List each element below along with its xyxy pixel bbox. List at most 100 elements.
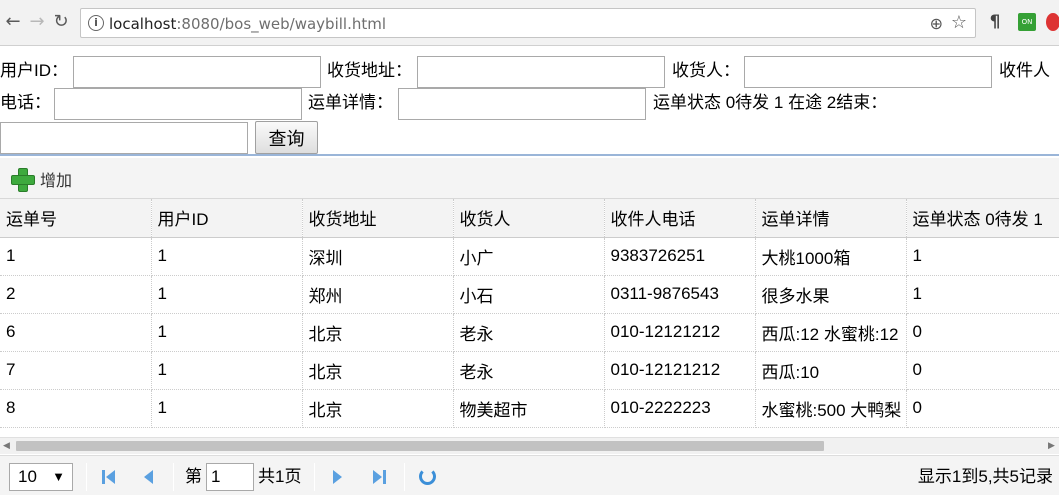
bookmark-star-icon[interactable]: ☆	[951, 12, 967, 33]
query-button[interactable]: 查询	[255, 121, 318, 154]
cell-detail: 西瓜:10	[755, 351, 907, 390]
phone-label-part1: 收件人	[999, 61, 1050, 80]
cell-detail: 大桃1000箱	[755, 237, 907, 276]
next-page-icon[interactable]	[328, 468, 346, 486]
pager-separator	[314, 463, 315, 491]
back-icon[interactable]: ←	[2, 10, 24, 34]
zoom-icon[interactable]: ⊕	[930, 14, 943, 33]
cell-receiver: 物美超市	[453, 389, 605, 428]
table-row[interactable]: 6 1 北京 老永 010-12121212 西瓜:12 水蜜桃:12 0	[0, 313, 1059, 352]
column-header-waybill-id[interactable]: 运单号	[0, 199, 152, 238]
user-id-label: 用户ID：	[0, 61, 68, 80]
column-header-status[interactable]: 运单状态 0待发 1	[906, 199, 1059, 238]
cell-status: 1	[906, 275, 1059, 314]
refresh-icon[interactable]	[419, 468, 436, 485]
cell-detail: 很多水果	[755, 275, 907, 314]
cell-phone: 010-12121212	[604, 351, 756, 390]
table-row[interactable]: 7 1 北京 老永 010-12121212 西瓜:10 0	[0, 351, 1059, 390]
cell-receiver: 小广	[453, 237, 605, 276]
red-extension-icon[interactable]	[1046, 13, 1059, 31]
address-input[interactable]	[417, 56, 665, 88]
address-bar[interactable]: i localhost:8080/bos_web/waybill.html ⊕ …	[80, 8, 976, 38]
column-header-detail[interactable]: 运单详情	[755, 199, 907, 238]
phone-input[interactable]	[54, 88, 302, 120]
cell-receiver: 老永	[453, 313, 605, 352]
column-header-user-id[interactable]: 用户ID	[151, 199, 303, 238]
cell-receiver: 老永	[453, 351, 605, 390]
green-extension-icon[interactable]: ON	[1018, 13, 1036, 31]
cell-address: 郑州	[302, 275, 454, 314]
phone-label-part2: 电话：	[0, 93, 51, 112]
waybill-grid: 运单号 用户ID 收货地址 收货人 收件人电话 运单详情 运单状态 0待发 1 …	[0, 199, 1059, 437]
address-label: 收货地址：	[327, 61, 412, 80]
cell-phone: 010-2222223	[604, 389, 756, 428]
table-row[interactable]: 8 1 北京 物美超市 010-2222223 水蜜桃:500 大鸭梨 0	[0, 389, 1059, 428]
cell-receiver: 小石	[453, 275, 605, 314]
search-form: 用户ID： 收货地址： 收货人： 收件人 电话： 运单详情： 运单状态 0待发 …	[0, 46, 1059, 156]
cell-user-id: 1	[151, 351, 303, 390]
forward-icon[interactable]: →	[26, 10, 48, 34]
detail-input[interactable]	[398, 88, 646, 120]
cell-waybill-id: 6	[0, 313, 152, 352]
cell-address: 北京	[302, 351, 454, 390]
add-button-label: 增加	[40, 173, 73, 190]
reload-icon[interactable]: ↻	[50, 10, 72, 34]
paragraph-extension-icon[interactable]: ¶	[986, 13, 1004, 31]
column-header-address[interactable]: 收货地址	[302, 199, 454, 238]
receiver-label: 收货人：	[672, 61, 740, 80]
page-size-value: 10	[18, 467, 37, 486]
url-path: :8080/bos_web/waybill.html	[176, 15, 387, 33]
pager-separator	[173, 463, 174, 491]
scrollbar-thumb[interactable]	[16, 441, 824, 451]
header-row: 运单号 用户ID 收货地址 收货人 收件人电话 运单详情 运单状态 0待发 1	[0, 199, 1059, 238]
status-label: 运单状态 0待发 1 在途 2结束：	[653, 93, 888, 112]
cell-user-id: 1	[151, 275, 303, 314]
cell-status: 0	[906, 389, 1059, 428]
cell-status: 0	[906, 351, 1059, 390]
dropdown-caret-icon: ▼	[52, 469, 65, 484]
page-prefix-label: 第	[185, 467, 202, 486]
first-page-icon[interactable]	[100, 468, 118, 486]
cell-waybill-id: 8	[0, 389, 152, 428]
table-row[interactable]: 2 1 郑州 小石 0311-9876543 很多水果 1	[0, 275, 1059, 314]
cell-status: 0	[906, 313, 1059, 352]
pagination-bar: 10 ▼ 第 共1页 显示1到5,共5记录	[0, 455, 1059, 495]
user-id-input[interactable]	[73, 56, 321, 88]
grid-toolbar: 增加	[0, 158, 1059, 199]
cell-detail: 水蜜桃:500 大鸭梨	[755, 389, 907, 428]
add-plus-icon	[10, 167, 35, 192]
url-host: localhost	[109, 15, 177, 33]
add-button[interactable]: 增加	[10, 166, 72, 192]
cell-address: 北京	[302, 313, 454, 352]
previous-page-icon[interactable]	[140, 468, 158, 486]
cell-phone: 9383726251	[604, 237, 756, 276]
cell-detail: 西瓜:12 水蜜桃:12	[755, 313, 907, 352]
page-total-label: 共1页	[258, 467, 302, 486]
pager-separator	[404, 463, 405, 491]
horizontal-scrollbar[interactable]: ◀ ▶	[0, 437, 1059, 454]
cell-address: 深圳	[302, 237, 454, 276]
detail-label: 运单详情：	[308, 93, 393, 112]
scroll-right-icon[interactable]: ▶	[1048, 441, 1058, 451]
cell-user-id: 1	[151, 389, 303, 428]
last-page-icon[interactable]	[370, 468, 388, 486]
site-info-icon[interactable]: i	[88, 15, 104, 31]
scroll-left-icon[interactable]: ◀	[3, 441, 13, 451]
cell-phone: 010-12121212	[604, 313, 756, 352]
cell-waybill-id: 7	[0, 351, 152, 390]
waybill-table: 运单号 用户ID 收货地址 收货人 收件人电话 运单详情 运单状态 0待发 1 …	[0, 199, 1059, 428]
table-row[interactable]: 1 1 深圳 小广 9383726251 大桃1000箱 1	[0, 237, 1059, 276]
cell-address: 北京	[302, 389, 454, 428]
page-size-select[interactable]: 10 ▼	[9, 463, 73, 491]
pager-info-text: 显示1到5,共5记录	[917, 467, 1053, 486]
cell-user-id: 1	[151, 313, 303, 352]
cell-status: 1	[906, 237, 1059, 276]
current-page-input[interactable]	[206, 463, 254, 491]
column-header-receiver[interactable]: 收货人	[453, 199, 605, 238]
receiver-input[interactable]	[744, 56, 992, 88]
browser-toolbar: ← → ↻ i localhost:8080/bos_web/waybill.h…	[0, 0, 1059, 46]
status-input[interactable]	[0, 122, 248, 154]
cell-waybill-id: 2	[0, 275, 152, 314]
column-header-phone[interactable]: 收件人电话	[604, 199, 756, 238]
cell-user-id: 1	[151, 237, 303, 276]
